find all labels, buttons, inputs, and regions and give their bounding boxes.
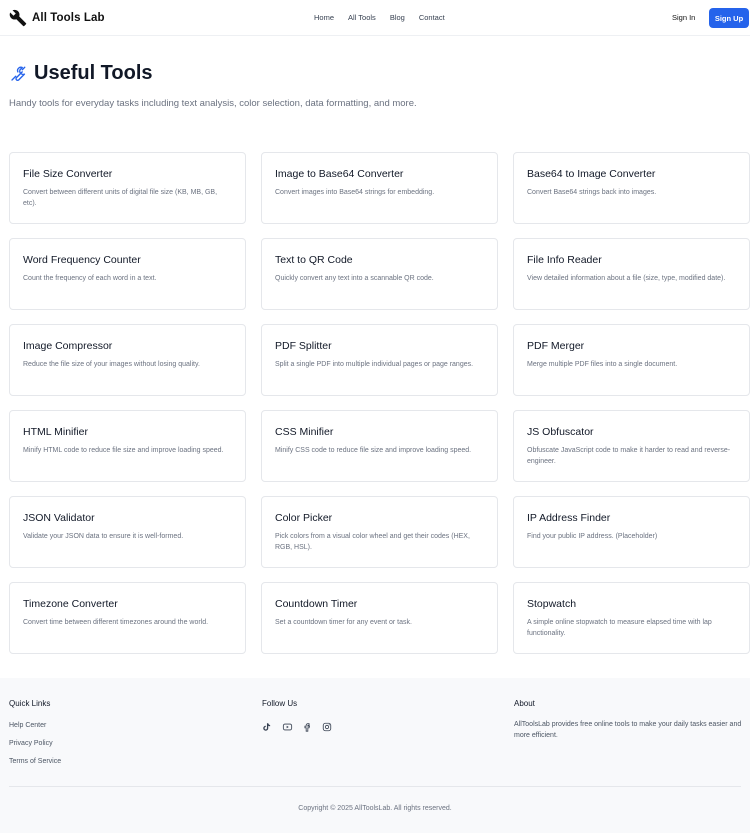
tool-card[interactable]: Image to Base64 Converter Convert images …	[261, 152, 498, 224]
tool-title: HTML Minifier	[23, 426, 88, 438]
tool-title: Countdown Timer	[275, 598, 358, 610]
copyright-text: Copyright © 2025 AllToolsLab. All rights…	[298, 805, 452, 812]
tool-description: A simple online stopwatch to measure ela…	[527, 619, 712, 637]
nav-home[interactable]: Home	[314, 13, 334, 22]
tool-description: Validate your JSON data to ensure it is …	[23, 533, 184, 540]
footer-divider	[9, 786, 741, 787]
wrench-icon	[9, 9, 27, 27]
follow-us-title: Follow Us	[262, 699, 298, 708]
tool-title: PDF Merger	[527, 340, 585, 352]
nav-all-tools[interactable]: All Tools	[348, 13, 376, 22]
about-title: About	[514, 699, 535, 708]
tool-title: Color Picker	[275, 512, 333, 524]
tool-title: CSS Minifier	[275, 426, 334, 438]
tiktok-icon[interactable]	[262, 719, 272, 731]
facebook-icon[interactable]	[302, 719, 312, 732]
youtube-icon[interactable]	[282, 719, 293, 731]
tool-description: Obfuscate JavaScript code to make it har…	[527, 447, 731, 465]
tool-description: Split a single PDF into multiple individ…	[275, 361, 474, 368]
tool-title: Timezone Converter	[23, 598, 118, 610]
instagram-icon[interactable]	[322, 719, 332, 732]
tool-card[interactable]: IP Address Finder Find your public IP add…	[513, 496, 750, 568]
tool-card[interactable]: CSS Minifier Minify CSS code to reduce fi…	[261, 410, 498, 482]
social-links	[262, 719, 332, 732]
tool-card[interactable]: JS Obfuscator Obfuscate JavaScript code t…	[513, 410, 750, 482]
main-nav: Home All Tools Blog Contact	[314, 13, 445, 22]
site-header: All Tools Lab Home All Tools Blog Contac…	[0, 0, 750, 36]
footer-link-terms-of-service[interactable]: Terms of Service	[9, 758, 61, 765]
page-title: Useful Tools	[9, 62, 153, 85]
tool-card[interactable]: File Info Reader View detailed informatio…	[513, 238, 750, 310]
tool-description: Convert time between different timezones…	[23, 619, 209, 626]
tool-description: Reduce the file size of your images with…	[23, 361, 200, 368]
tool-card[interactable]: File Size Converter Convert between diffe…	[9, 152, 246, 224]
tool-title: File Info Reader	[527, 254, 602, 266]
tool-title: Base64 to Image Converter	[527, 168, 656, 180]
tool-description: Quickly convert any text into a scannabl…	[275, 275, 434, 282]
footer-link-privacy-policy[interactable]: Privacy Policy	[9, 740, 53, 747]
tool-title: Stopwatch	[527, 598, 577, 610]
tool-card[interactable]: Color Picker Pick colors from a visual co…	[261, 496, 498, 568]
tool-card[interactable]: Text to QR Code Quickly convert any text …	[261, 238, 498, 310]
tool-title: Text to QR Code	[275, 254, 353, 266]
tool-card[interactable]: Stopwatch A simple online stopwatch to me…	[513, 582, 750, 654]
tool-title: IP Address Finder	[527, 512, 611, 524]
page-subtitle: Handy tools for everyday tasks including…	[9, 98, 417, 109]
sign-up-button[interactable]: Sign Up	[709, 8, 749, 28]
tool-card[interactable]: JSON Validator Validate your JSON data to…	[9, 496, 246, 568]
nav-contact[interactable]: Contact	[419, 13, 445, 22]
footer-link-help-center[interactable]: Help Center	[9, 722, 46, 729]
tool-card[interactable]: HTML Minifier Minify HTML code to reduce …	[9, 410, 246, 482]
tool-title: Image to Base64 Converter	[275, 168, 404, 180]
tool-title: JSON Validator	[23, 512, 95, 524]
tool-description: Merge multiple PDF files into a single d…	[527, 361, 678, 368]
tool-description: Minify CSS code to reduce file size and …	[275, 447, 472, 454]
page-heading: Useful Tools	[34, 62, 153, 84]
wrench-icon	[9, 65, 27, 83]
tool-card[interactable]: PDF Merger Merge multiple PDF files into …	[513, 324, 750, 396]
nav-blog[interactable]: Blog	[390, 13, 405, 22]
tool-title: PDF Splitter	[275, 340, 332, 352]
tool-description: Count the frequency of each word in a te…	[23, 275, 157, 282]
tool-title: Image Compressor	[23, 340, 113, 352]
tool-card[interactable]: Base64 to Image Converter Convert Base64 …	[513, 152, 750, 224]
quick-links-title: Quick Links	[9, 699, 51, 708]
tool-description: Set a countdown timer for any event or t…	[275, 619, 412, 626]
logo-text: All Tools Lab	[32, 12, 105, 24]
tool-title: File Size Converter	[23, 168, 113, 180]
site-logo[interactable]: All Tools Lab	[9, 9, 105, 27]
tool-description: View detailed information about a file (…	[527, 275, 726, 282]
tool-description: Pick colors from a visual color wheel an…	[275, 533, 470, 551]
about-text: AllToolsLab provides free online tools t…	[514, 721, 742, 739]
tool-card[interactable]: Timezone Converter Convert time between d…	[9, 582, 246, 654]
tool-card[interactable]: PDF Splitter Split a single PDF into mult…	[261, 324, 498, 396]
tools-grid: File Size Converter Convert between diffe…	[9, 152, 750, 654]
sign-in-link[interactable]: Sign In	[672, 13, 695, 22]
tool-title: JS Obfuscator	[527, 426, 594, 438]
tool-card[interactable]: Countdown Timer Set a countdown timer for…	[261, 582, 498, 654]
tool-title: Word Frequency Counter	[23, 254, 141, 266]
tool-description: Convert between different units of digit…	[23, 189, 218, 207]
tool-card[interactable]: Image Compressor Reduce the file size of …	[9, 324, 246, 396]
tool-card[interactable]: Word Frequency Counter Count the frequenc…	[9, 238, 246, 310]
tool-description: Minify HTML code to reduce file size and…	[23, 447, 224, 454]
tool-description: Convert images into Base64 strings for e…	[275, 189, 435, 196]
tool-description: Convert Base64 strings back into images.	[527, 189, 657, 196]
tool-description: Find your public IP address. (Placeholde…	[527, 533, 658, 540]
